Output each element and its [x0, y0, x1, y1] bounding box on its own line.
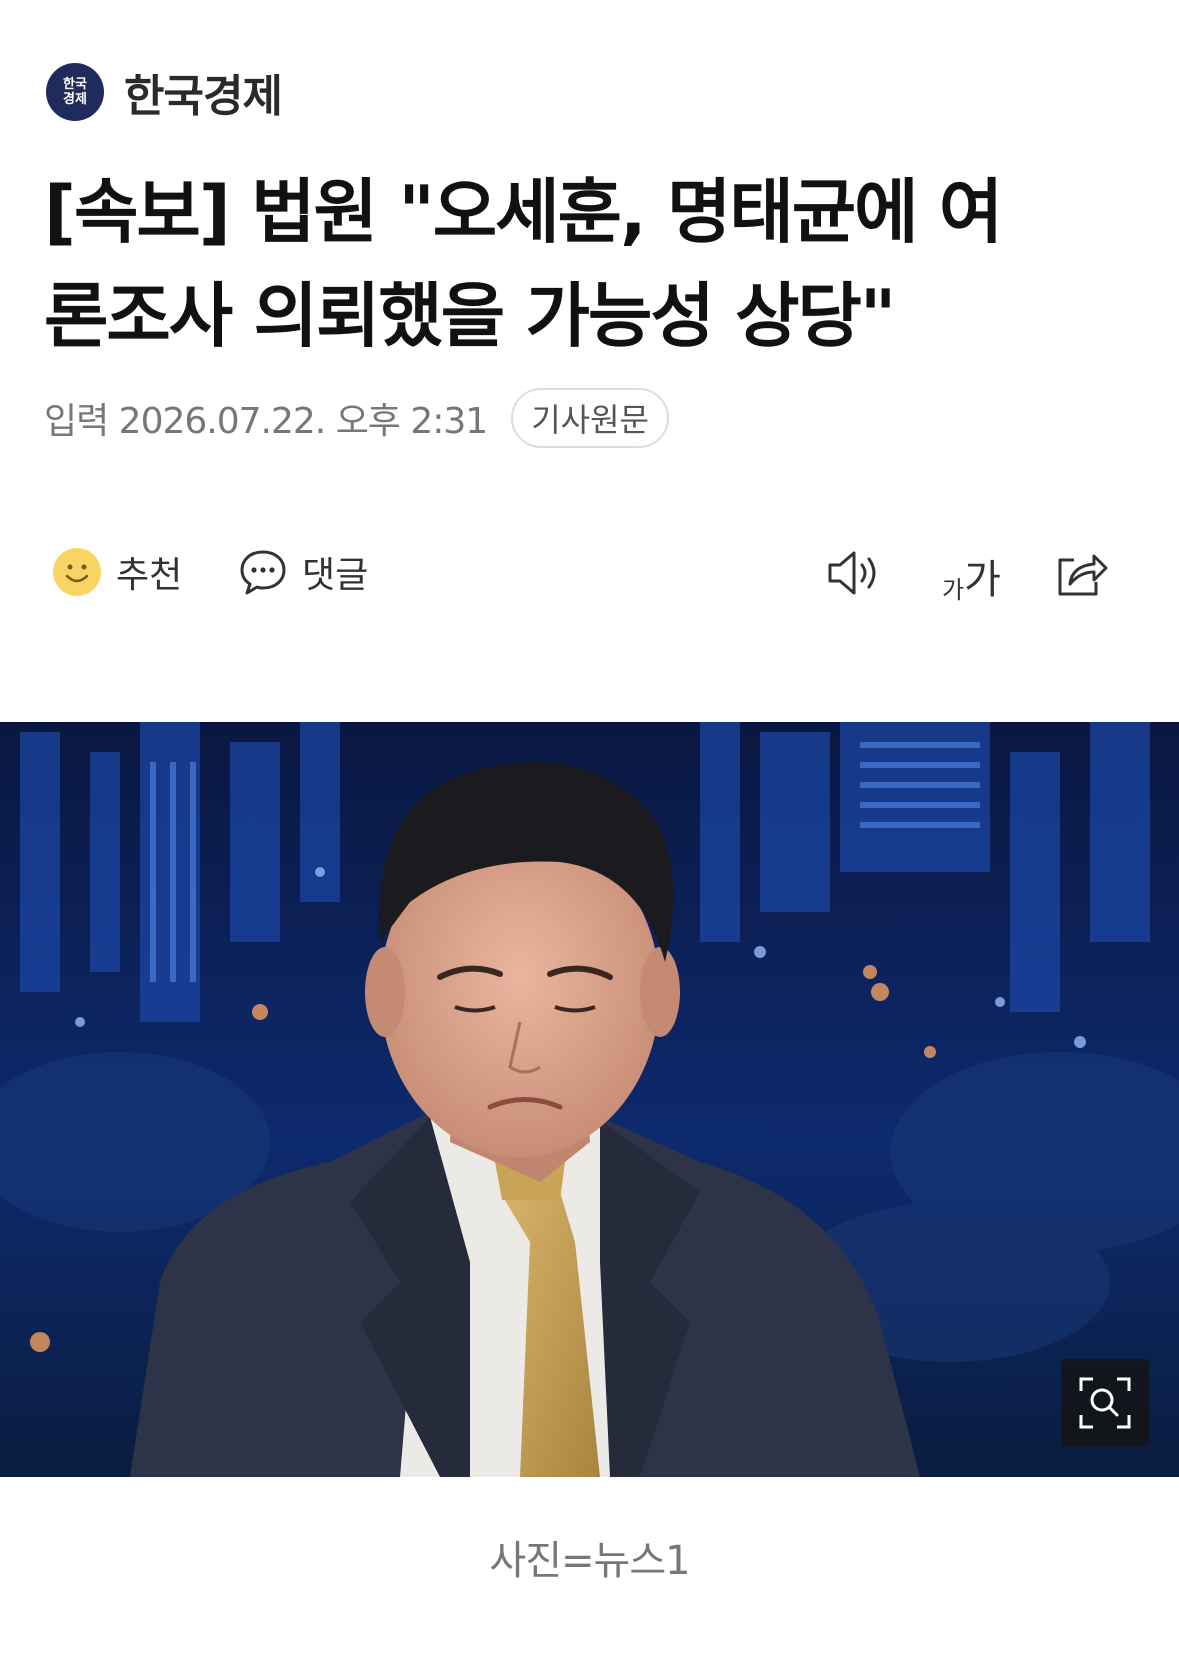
action-bar: 추천 댓글 가 가	[0, 540, 1179, 610]
photo-image	[0, 722, 1179, 1477]
speaker-icon	[828, 551, 876, 595]
zoom-button[interactable]	[1061, 1359, 1149, 1447]
original-article-button[interactable]: 기사원문	[511, 388, 669, 448]
comment-label: 댓글	[302, 555, 369, 596]
article-photo[interactable]	[0, 722, 1179, 1477]
publisher-name[interactable]: 한국경제	[124, 60, 283, 124]
tts-button[interactable]	[826, 548, 884, 602]
smiley-icon	[53, 548, 101, 596]
font-size-icon-small: 가	[942, 576, 965, 604]
headline-line1: [속보] 법원 "오세훈, 명태균에 여	[44, 171, 1003, 253]
publisher-logo[interactable]: 한국 경제	[46, 63, 104, 121]
share-button[interactable]	[1054, 548, 1108, 602]
article-meta: 입력 2026.07.22. 오후 2:31 기사원문	[44, 388, 669, 448]
recommend-label: 추천	[116, 555, 183, 596]
photo-caption: 사진=뉴스1	[489, 1538, 690, 1584]
publisher-header[interactable]: 한국 경제 한국경제	[46, 60, 283, 124]
logo-text-line1: 한국	[63, 77, 87, 92]
publish-date: 입력 2026.07.22. 오후 2:31	[44, 401, 488, 442]
speech-bubble-icon	[240, 550, 286, 595]
zoom-icon	[1079, 1377, 1131, 1429]
logo-text-line2: 경제	[63, 92, 87, 107]
font-size-button[interactable]: 가 가	[942, 540, 1001, 604]
headline-line2: 론조사 의뢰했을 가능성 상당"	[44, 275, 896, 357]
font-size-icon-large: 가	[964, 557, 1001, 603]
recommend-button[interactable]: 추천	[52, 546, 182, 598]
comment-button[interactable]: 댓글	[238, 546, 368, 598]
share-icon	[1058, 554, 1108, 596]
article-headline: [속보] 법원 "오세훈, 명태균에 여 론조사 의뢰했을 가능성 상당"	[44, 160, 1134, 368]
